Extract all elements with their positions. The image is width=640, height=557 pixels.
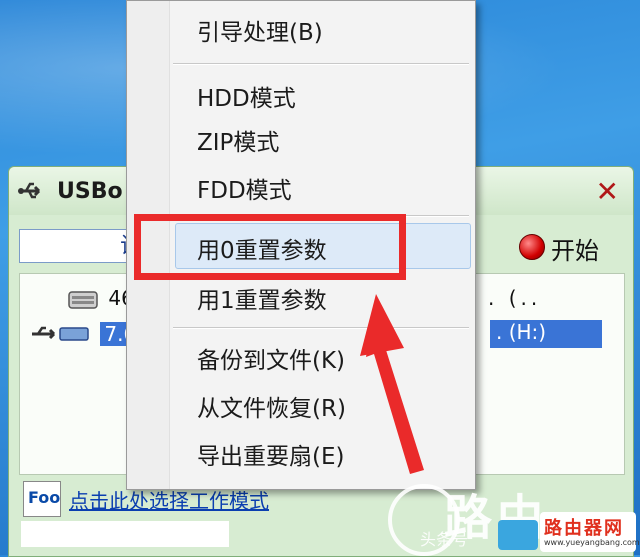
watermark-badge-title: 路由器网 (544, 518, 624, 539)
watermark-sub: 头条号 (420, 530, 469, 549)
annotation-arrow (360, 294, 424, 474)
watermark-badge: 路由器网 www.yueyangbang.com (540, 512, 640, 552)
arrow-head-icon (360, 294, 404, 356)
watermark-icon (498, 520, 538, 550)
watermark-badge-url: www.yueyangbang.com (544, 538, 640, 547)
